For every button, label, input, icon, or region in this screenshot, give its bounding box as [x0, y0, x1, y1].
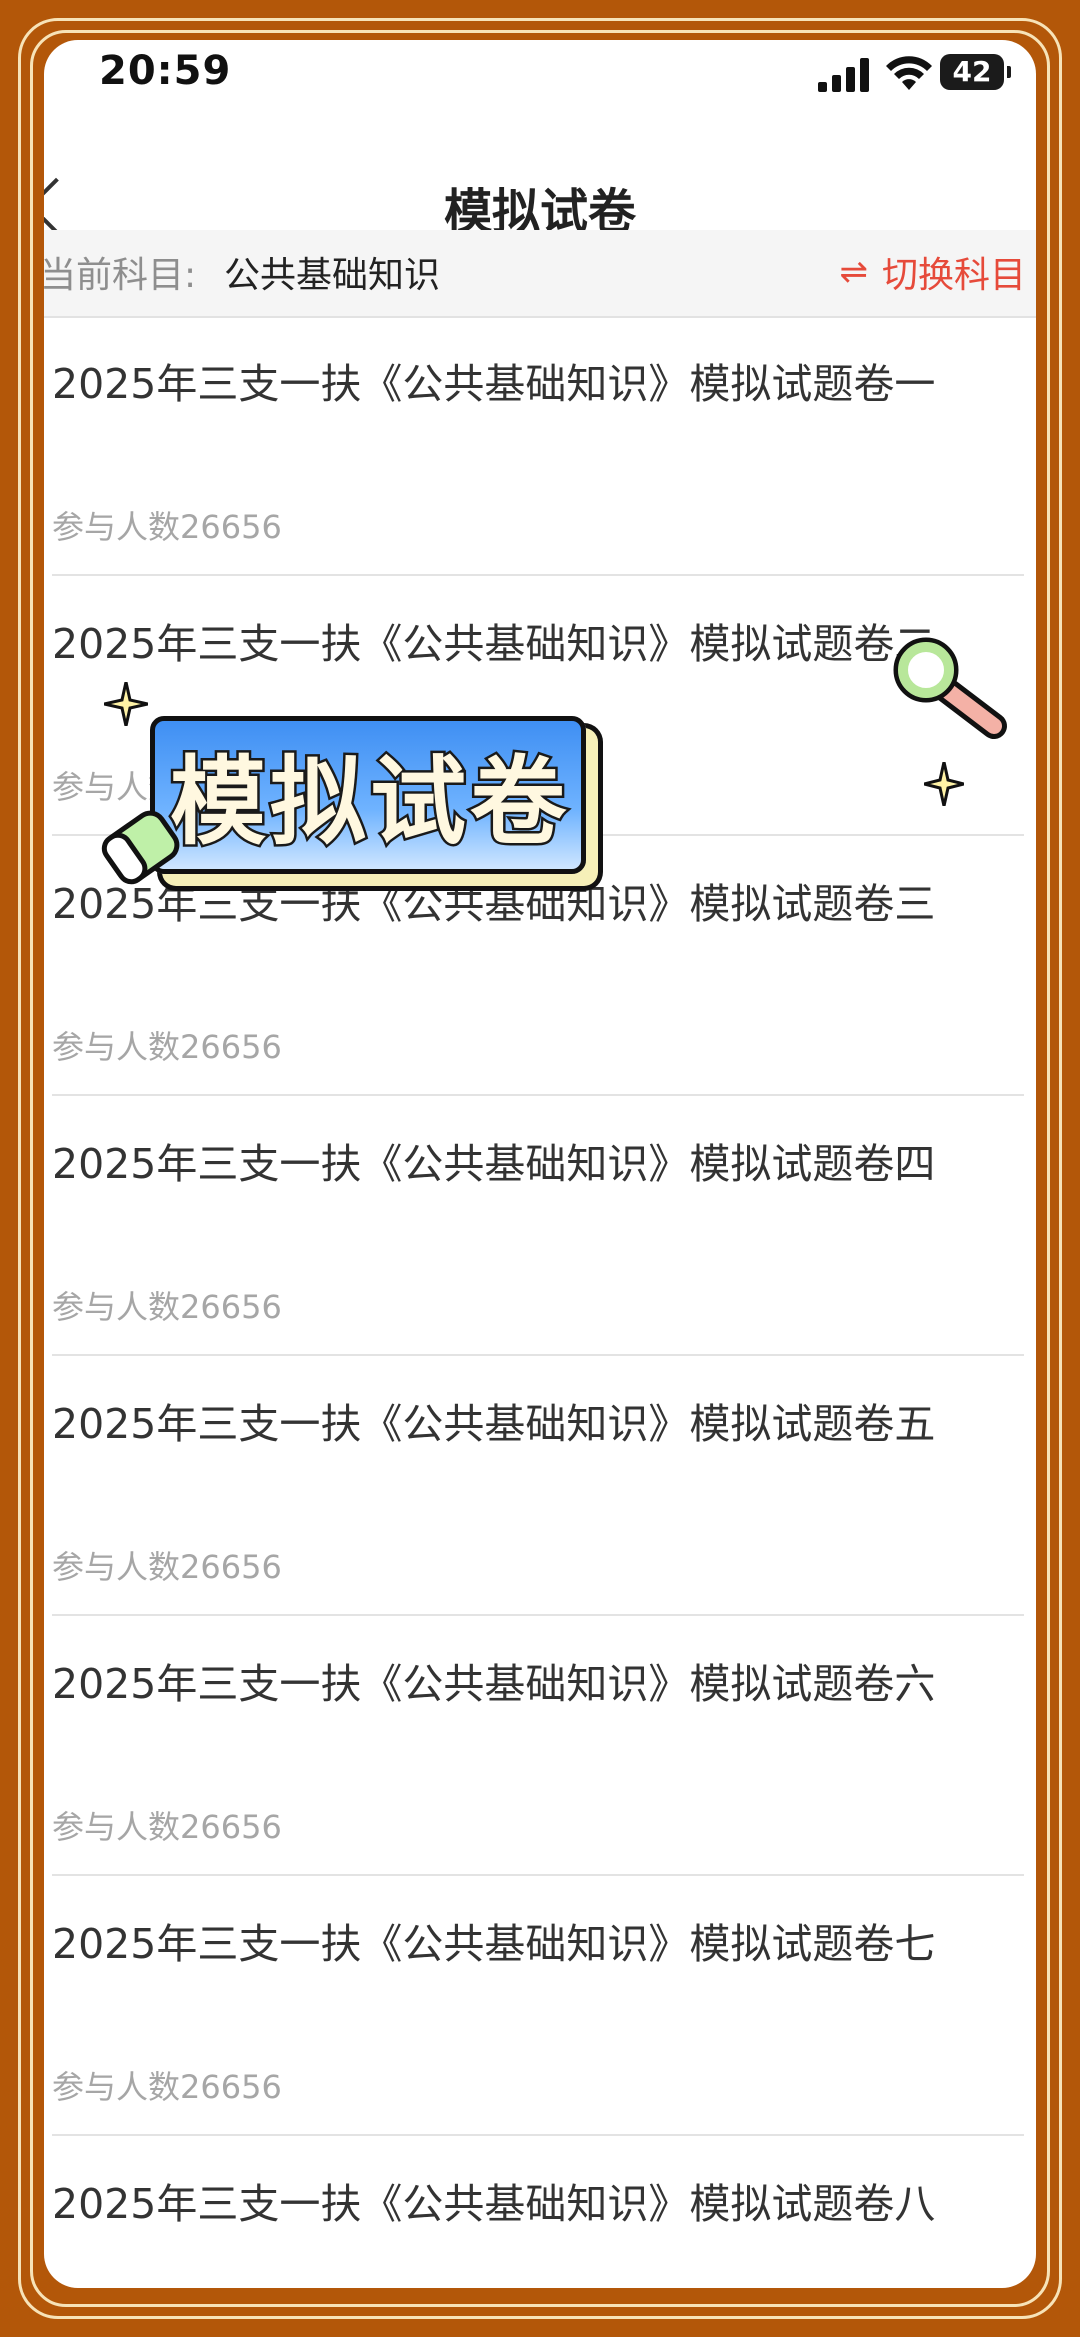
exam-title: 2025年三支一扶《公共基础知识》模拟试题卷二 [52, 620, 936, 668]
exam-title: 2025年三支一扶《公共基础知识》模拟试题卷一 [52, 360, 936, 408]
exam-list-item[interactable]: 2025年三支一扶《公共基础知识》模拟试题卷六 参与人数26656 [52, 1616, 1024, 1876]
exam-title: 2025年三支一扶《公共基础知识》模拟试题卷六 [52, 1660, 936, 1708]
decorative-frame: 20:59 42 模拟试卷 当前科目: 公共基础知识 ⇌ 切换科目 2025年三… [0, 0, 1080, 2337]
swap-icon: ⇌ [839, 252, 868, 292]
exam-title: 2025年三支一扶《公共基础知识》模拟试题卷八 [52, 2180, 936, 2228]
wifi-icon [886, 56, 932, 90]
participant-count: 参与人数26656 [52, 508, 282, 546]
status-time: 20:59 [99, 48, 232, 94]
switch-subject-label: 切换科目 [881, 255, 1026, 296]
exam-list-item[interactable]: 2025年三支一扶《公共基础知识》模拟试题卷一 参与人数26656 [52, 316, 1024, 576]
participant-count: 参与人数26656 [52, 1808, 282, 1846]
exam-list-item[interactable]: 2025年三支一扶《公共基础知识》模拟试题卷七 参与人数26656 [52, 1876, 1024, 2136]
cellular-signal-icon [818, 58, 869, 92]
exam-list-item[interactable]: 2025年三支一扶《公共基础知识》模拟试题卷八 [52, 2136, 1024, 2288]
participant-count: 参与人数26656 [52, 1288, 282, 1326]
participant-count: 参与人数26656 [52, 1028, 282, 1066]
exam-list-item[interactable]: 2025年三支一扶《公共基础知识》模拟试题卷四 参与人数26656 [52, 1096, 1024, 1356]
participant-count: 参与人数26656 [52, 1548, 282, 1586]
status-bar: 20:59 42 [44, 40, 1036, 120]
battery-icon: 42 [940, 54, 1011, 90]
exam-title: 2025年三支一扶《公共基础知识》模拟试题卷四 [52, 1140, 936, 1188]
phone-screen: 20:59 42 模拟试卷 当前科目: 公共基础知识 ⇌ 切换科目 2025年三… [44, 40, 1036, 2288]
current-subject-label: 当前科目: [44, 255, 197, 296]
switch-subject-button[interactable]: ⇌ 切换科目 [839, 246, 1026, 298]
current-subject-value: 公共基础知识 [224, 255, 441, 296]
badge-text: 模拟试卷 [168, 744, 570, 861]
exam-list-item[interactable]: 2025年三支一扶《公共基础知识》模拟试题卷五 参与人数26656 [52, 1356, 1024, 1616]
participant-count: 参与人数26656 [52, 2068, 282, 2106]
magnifier-icon [893, 637, 1007, 739]
exam-list: 2025年三支一扶《公共基础知识》模拟试题卷一 参与人数26656 2025年三… [44, 316, 1036, 2288]
eraser-icon [101, 810, 180, 885]
exam-title: 2025年三支一扶《公共基础知识》模拟试题卷五 [52, 1400, 936, 1448]
exam-title: 2025年三支一扶《公共基础知识》模拟试题卷七 [52, 1920, 936, 1968]
sparkle-icon [104, 682, 148, 726]
overlay-badge: 模拟试卷 [101, 672, 634, 892]
sparkle-icon [924, 762, 964, 806]
subject-bar: 当前科目: 公共基础知识 ⇌ 切换科目 [44, 230, 1036, 318]
